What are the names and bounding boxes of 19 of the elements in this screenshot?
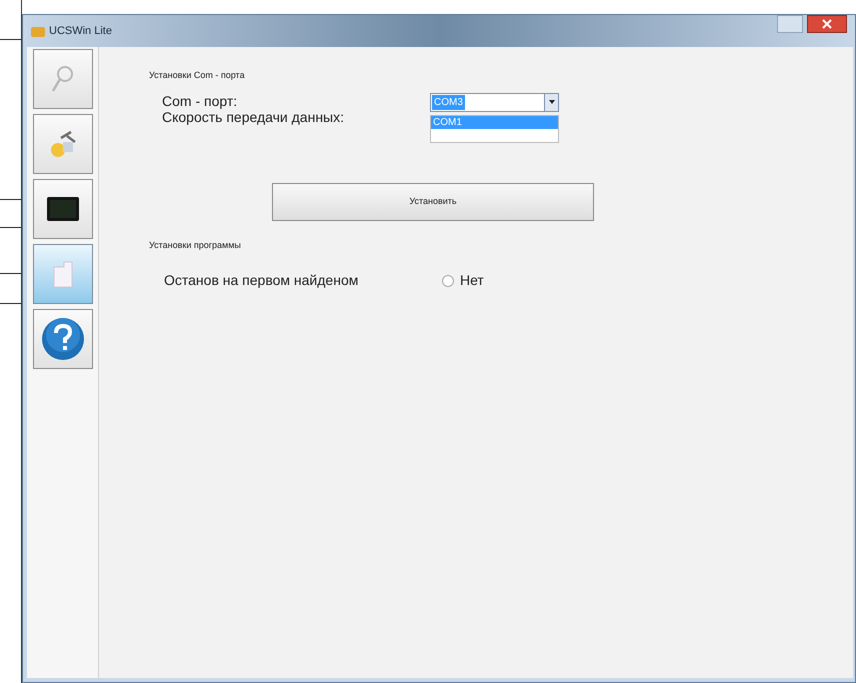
section-title: Установки Com - порта: [149, 69, 246, 82]
field-label: Скорость передачи данных:: [162, 108, 345, 124]
section-title: Установки программы: [149, 238, 242, 252]
window-title: UCSWin Lite: [49, 24, 112, 39]
search-icon: [50, 64, 76, 94]
minimize-button[interactable]: [777, 15, 803, 33]
radio-option[interactable]: Нет: [442, 270, 484, 291]
combo-value: COM3: [432, 94, 465, 110]
help-icon: [40, 317, 84, 361]
field-label: Com - порт:: [162, 92, 238, 108]
apply-button[interactable]: Установить: [272, 182, 594, 220]
option-label: Останов на первом найденом: [164, 271, 360, 290]
terminal-icon: [46, 197, 78, 221]
sidebar-button[interactable]: [32, 179, 92, 239]
close-icon: [822, 19, 832, 29]
radio-button[interactable]: [442, 274, 454, 286]
close-button[interactable]: [807, 15, 847, 33]
dropdown-caret-icon: [548, 100, 554, 104]
app-icon: [31, 25, 45, 37]
